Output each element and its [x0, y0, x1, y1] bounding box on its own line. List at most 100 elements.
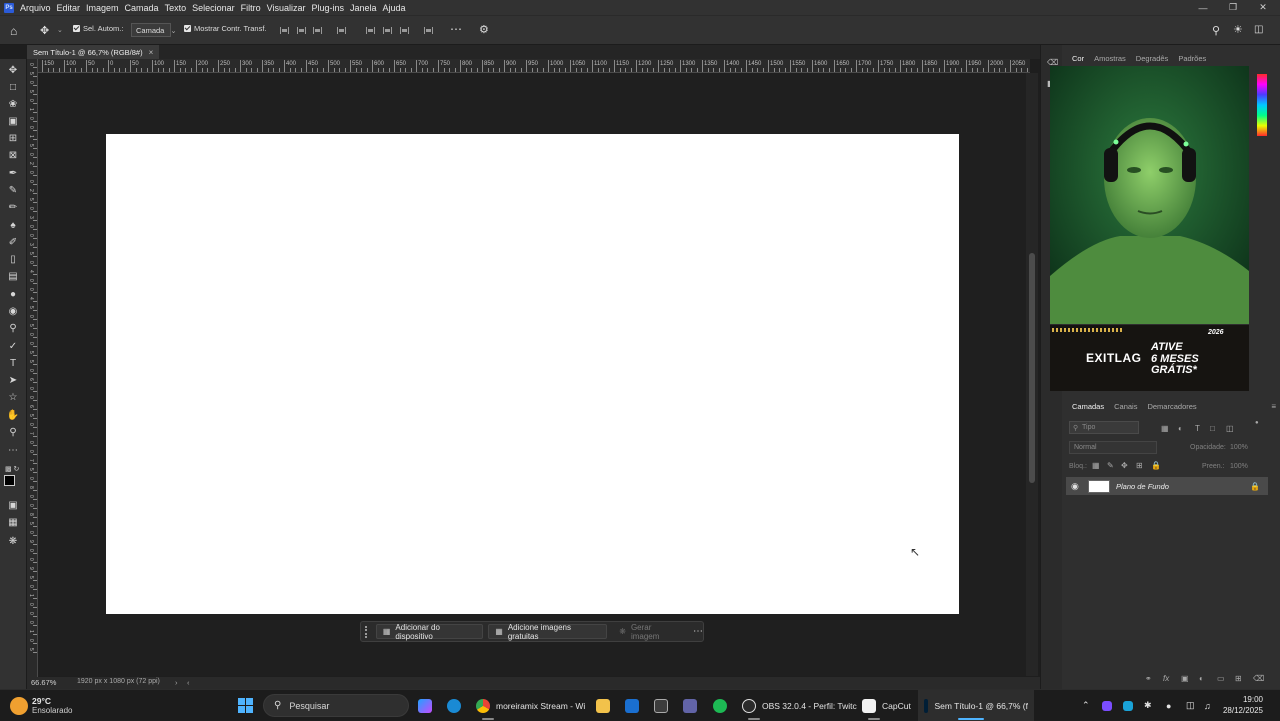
align-middle-icon[interactable]: [383, 27, 392, 34]
microphone-icon[interactable]: ●: [1166, 690, 1171, 721]
document-canvas[interactable]: [106, 134, 959, 614]
copilot-app[interactable]: [418, 690, 438, 721]
chevron-left-icon[interactable]: ‹: [187, 678, 190, 687]
move-tool-icon[interactable]: ✥: [6, 64, 20, 76]
menu-visualizar[interactable]: Visualizar: [267, 3, 306, 13]
chevron-down-icon[interactable]: ⌄: [57, 26, 63, 34]
lock-position-icon[interactable]: ✥: [1121, 461, 1128, 470]
visibility-eye-icon[interactable]: ◉: [1071, 481, 1081, 492]
blur-tool-icon[interactable]: ●: [6, 288, 20, 300]
align-top-icon[interactable]: [366, 27, 375, 34]
volume-icon[interactable]: ♫: [1204, 690, 1211, 721]
add-mask-icon[interactable]: ▣: [1181, 674, 1189, 683]
taskbar-clock[interactable]: 19:00 28/12/2025: [1223, 694, 1263, 716]
ruler-vertical[interactable]: 0 5 0 5 0 1 0 0 1 5 0 2 0 0 2 5 0 3 0 0 3 5 0 4 0 0 4 5 0 5 0 0 5 5 0 6 0 0 6 5…: [27, 59, 38, 679]
taskbar-search[interactable]: ⚲ Pesquisar: [263, 694, 409, 717]
lock-transparent-icon[interactable]: ▦: [1092, 461, 1100, 470]
align-center-icon[interactable]: [297, 27, 306, 34]
home-icon[interactable]: ⌂: [10, 24, 17, 38]
tab-camadas[interactable]: Camadas: [1072, 402, 1104, 411]
menu-ajuda[interactable]: Ajuda: [383, 3, 406, 13]
store-app[interactable]: [654, 690, 674, 721]
eraser-tool-icon[interactable]: ▯: [6, 253, 20, 265]
distribute-icon[interactable]: [337, 27, 346, 34]
tab-cor[interactable]: Cor: [1072, 54, 1084, 63]
start-button[interactable]: [238, 690, 253, 721]
new-group-icon[interactable]: ▭: [1217, 674, 1225, 683]
chevron-right-icon[interactable]: ›: [175, 678, 178, 687]
more-options-icon[interactable]: ⋯: [693, 626, 703, 637]
align-left-icon[interactable]: [280, 27, 289, 34]
tab-degrades[interactable]: Degradês: [1136, 54, 1169, 63]
frame-tool-icon[interactable]: ⊠: [6, 149, 20, 161]
type-tool-icon[interactable]: T: [6, 357, 20, 369]
tray-app-1[interactable]: [1102, 690, 1118, 721]
filter-toggle-icon[interactable]: ●: [1255, 420, 1259, 426]
ruler-horizontal[interactable]: 150 100 50 0 50 100 150 200 250 300 350 400 450 500 55…: [38, 59, 1030, 73]
bluetooth-icon[interactable]: ✱: [1144, 690, 1152, 721]
add-free-images-button[interactable]: ▦ Adicione imagens gratuitas: [488, 623, 608, 641]
filter-type-icon[interactable]: T: [1195, 424, 1200, 433]
generate-image-button[interactable]: ❋ Gerar imagem: [612, 623, 687, 641]
gradient-tool-icon[interactable]: ▤: [6, 270, 20, 282]
menu-janela[interactable]: Janela: [350, 3, 377, 13]
menu-arquivo[interactable]: Arquivo: [20, 3, 51, 13]
filter-pixel-icon[interactable]: ▦: [1161, 424, 1169, 433]
zoom-tool-icon[interactable]: ⚲: [6, 426, 20, 438]
blend-mode-dropdown[interactable]: Normal: [1069, 441, 1157, 454]
distribute-vertical-icon[interactable]: [424, 27, 433, 34]
photoshop-app[interactable]: Sem Título-1 @ 66,7% (f: [918, 690, 1034, 721]
close-window-icon[interactable]: ✕: [1248, 0, 1278, 15]
default-colors-icon[interactable]: ▩ ↻: [5, 465, 19, 473]
dodge-tool-icon[interactable]: ◉: [6, 305, 20, 317]
more-tools-icon[interactable]: ⋯: [6, 444, 20, 456]
tab-padroes[interactable]: Padrões: [1178, 54, 1206, 63]
obs-app[interactable]: OBS 32.0.4 - Perfil: Twitc: [742, 690, 857, 721]
drag-handle-icon[interactable]: [365, 625, 371, 638]
history-brush-icon[interactable]: ✐: [6, 236, 20, 248]
screen-mode-icon[interactable]: ▦: [6, 516, 20, 528]
tray-app-2[interactable]: [1123, 690, 1139, 721]
network-icon[interactable]: ◫: [1186, 690, 1195, 721]
mail-app[interactable]: [625, 690, 645, 721]
crop-tool-icon[interactable]: ⊞: [6, 132, 20, 144]
object-select-tool-icon[interactable]: ▣: [6, 115, 20, 127]
auto-select-checkbox[interactable]: Sel. Autom.:: [73, 24, 123, 33]
generative-icon[interactable]: ❋: [6, 535, 20, 547]
path-select-tool-icon[interactable]: ➤: [6, 374, 20, 386]
lock-all-icon[interactable]: 🔒: [1151, 461, 1161, 470]
lock-artboard-icon[interactable]: ⊞: [1136, 461, 1143, 470]
scrollbar-thumb[interactable]: [1029, 253, 1035, 483]
eyedropper-tool-icon[interactable]: ✒: [6, 167, 20, 179]
menu-imagem[interactable]: Imagem: [86, 3, 119, 13]
lock-paint-icon[interactable]: ✎: [1107, 461, 1114, 470]
menu-filtro[interactable]: Filtro: [241, 3, 261, 13]
canvas-workspace[interactable]: ↖: [38, 73, 1026, 676]
hue-slider[interactable]: [1257, 74, 1267, 136]
menu-plugins[interactable]: Plug-ins: [311, 3, 344, 13]
layer-name[interactable]: Plano de Fundo: [1116, 482, 1169, 491]
edge-app[interactable]: [447, 690, 467, 721]
brush-tool-icon[interactable]: ✏: [6, 201, 20, 213]
hand-tool-icon[interactable]: ✋: [6, 409, 20, 421]
trash-icon[interactable]: ⌫: [1253, 674, 1264, 683]
vertical-scrollbar[interactable]: [1026, 73, 1038, 676]
workspace-icon[interactable]: ◫: [1254, 24, 1263, 35]
capcut-app[interactable]: CapCut: [862, 690, 911, 721]
menu-selecionar[interactable]: Selecionar: [192, 3, 235, 13]
show-hidden-icons[interactable]: ⌃: [1082, 690, 1090, 721]
opacity-value[interactable]: 100%: [1230, 444, 1248, 451]
minimize-icon[interactable]: —: [1188, 0, 1218, 15]
menu-camada[interactable]: Camada: [125, 3, 159, 13]
layer-style-icon[interactable]: fx: [1163, 674, 1169, 683]
menu-texto[interactable]: Texto: [165, 3, 187, 13]
teams-app[interactable]: [683, 690, 703, 721]
panel-menu-icon[interactable]: ≡: [1271, 402, 1276, 411]
marquee-tool-icon[interactable]: □: [6, 81, 20, 93]
foreground-color-swatch[interactable]: [4, 475, 15, 486]
layer-row[interactable]: ◉ Plano de Fundo 🔒: [1066, 477, 1268, 495]
auto-select-dropdown[interactable]: Camada ⌄: [131, 23, 177, 37]
gear-icon[interactable]: ⚙: [479, 23, 489, 36]
weather-widget[interactable]: 29°C Ensolarado: [10, 690, 72, 721]
link-layers-icon[interactable]: ⚭: [1145, 674, 1152, 683]
